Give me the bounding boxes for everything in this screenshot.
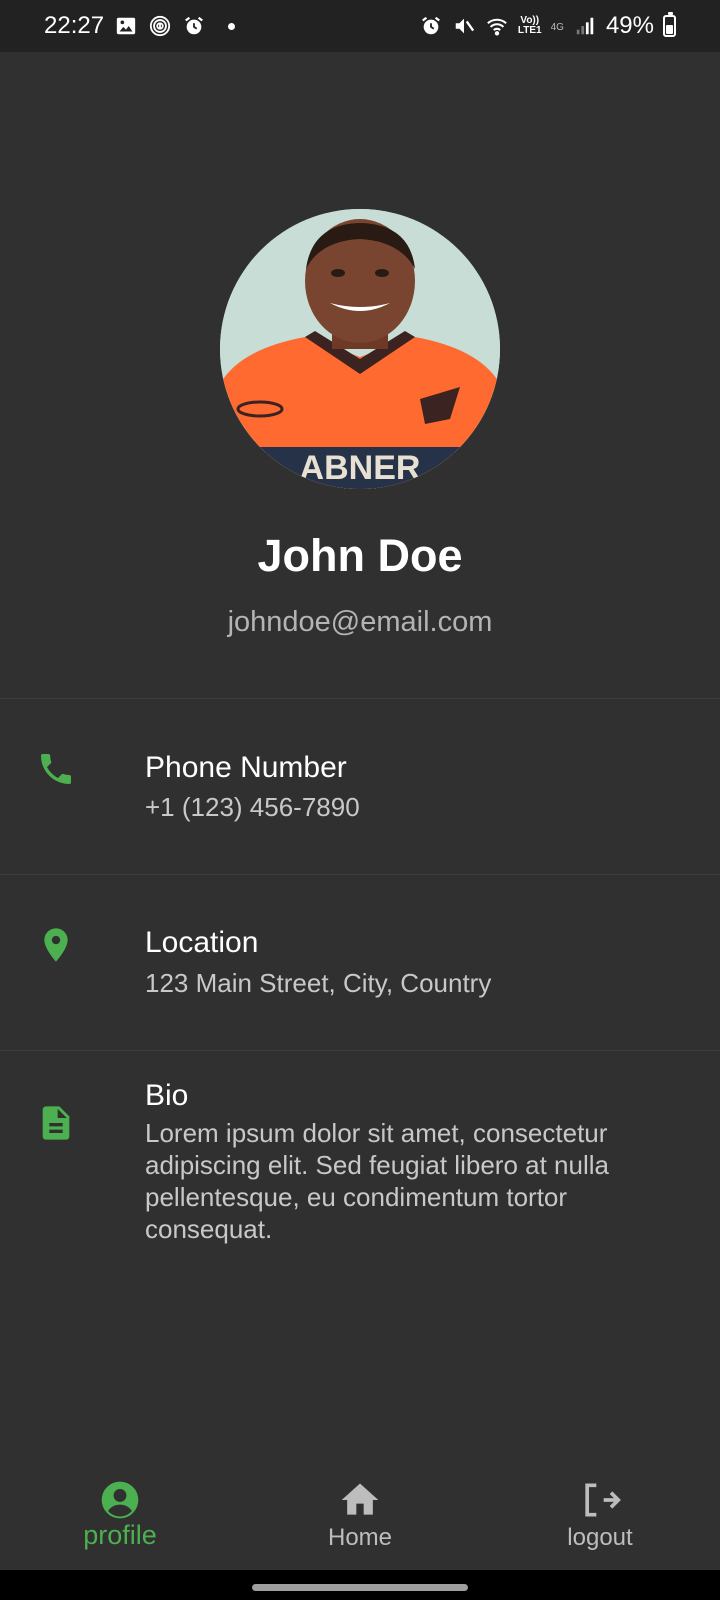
bio-text: Lorem ipsum dolor sit amet, consectetur … [145, 1117, 685, 1245]
notification-dot [228, 22, 236, 30]
phone-row[interactable]: Phone Number +1 (123) 456-7890 [0, 699, 720, 874]
bio-line: pellentesque, eu condimentum tortor [145, 1182, 568, 1212]
alarm-icon [182, 14, 206, 38]
phone-title: Phone Number [145, 751, 347, 784]
fingerprint-icon [148, 14, 172, 38]
bottom-navigation: profile Home logout [0, 1462, 720, 1570]
account-circle-icon [98, 1478, 142, 1522]
logout-icon [578, 1478, 622, 1522]
volte-bottom: LTE1 [517, 25, 542, 36]
bio-line: consequat. [145, 1214, 273, 1244]
status-left: 22:27 [44, 12, 236, 40]
signal-icon [573, 14, 597, 38]
document-icon [36, 1103, 76, 1143]
home-icon [338, 1478, 382, 1522]
location-title: Location [145, 926, 259, 959]
jersey-text: ABNER [300, 449, 421, 487]
battery-fill [666, 25, 673, 34]
wifi-icon [485, 14, 509, 38]
nav-item-home[interactable]: Home [240, 1462, 480, 1570]
nav-item-logout[interactable]: logout [480, 1462, 720, 1570]
nav-label-profile: profile [83, 1520, 157, 1550]
bio-row[interactable]: Bio Lorem ipsum dolor sit amet, consecte… [0, 1051, 720, 1251]
home-gesture-handle[interactable] [252, 1584, 468, 1591]
network-type: 4G [550, 22, 564, 33]
profile-email: johndoe@email.com [227, 606, 493, 638]
phone-value: +1 (123) 456-7890 [145, 792, 360, 822]
status-time: 22:27 [44, 12, 105, 39]
mute-icon [452, 14, 476, 38]
battery-percent: 49% [605, 12, 654, 39]
alarm-icon [419, 14, 443, 38]
profile-avatar[interactable]: ABNER [220, 209, 500, 489]
profile-name: John Doe [257, 530, 463, 581]
status-bar: 22:27 Vo)) LTE1 4G 49% [0, 0, 720, 52]
bio-line: adipiscing elit. Sed feugiat libero at n… [145, 1150, 609, 1180]
status-right: Vo)) LTE1 4G 49% [419, 12, 676, 40]
battery-icon [663, 12, 676, 37]
location-row[interactable]: Location 123 Main Street, City, Country [0, 875, 720, 1050]
bio-line: Lorem ipsum dolor sit amet, consectetur [145, 1118, 608, 1148]
nav-label-logout: logout [567, 1524, 633, 1551]
volte-indicator: Vo)) LTE1 [518, 16, 542, 36]
location-value: 123 Main Street, City, Country [145, 968, 492, 998]
gallery-icon [114, 14, 138, 38]
nav-item-profile[interactable]: profile [0, 1462, 240, 1570]
bio-title: Bio [145, 1079, 189, 1112]
location-pin-icon [36, 925, 76, 965]
nav-label-home: Home [327, 1524, 393, 1551]
profile-screen: 22:27 Vo)) LTE1 4G 49% ABNER John Doe jo… [0, 0, 720, 1600]
phone-icon [36, 749, 76, 789]
